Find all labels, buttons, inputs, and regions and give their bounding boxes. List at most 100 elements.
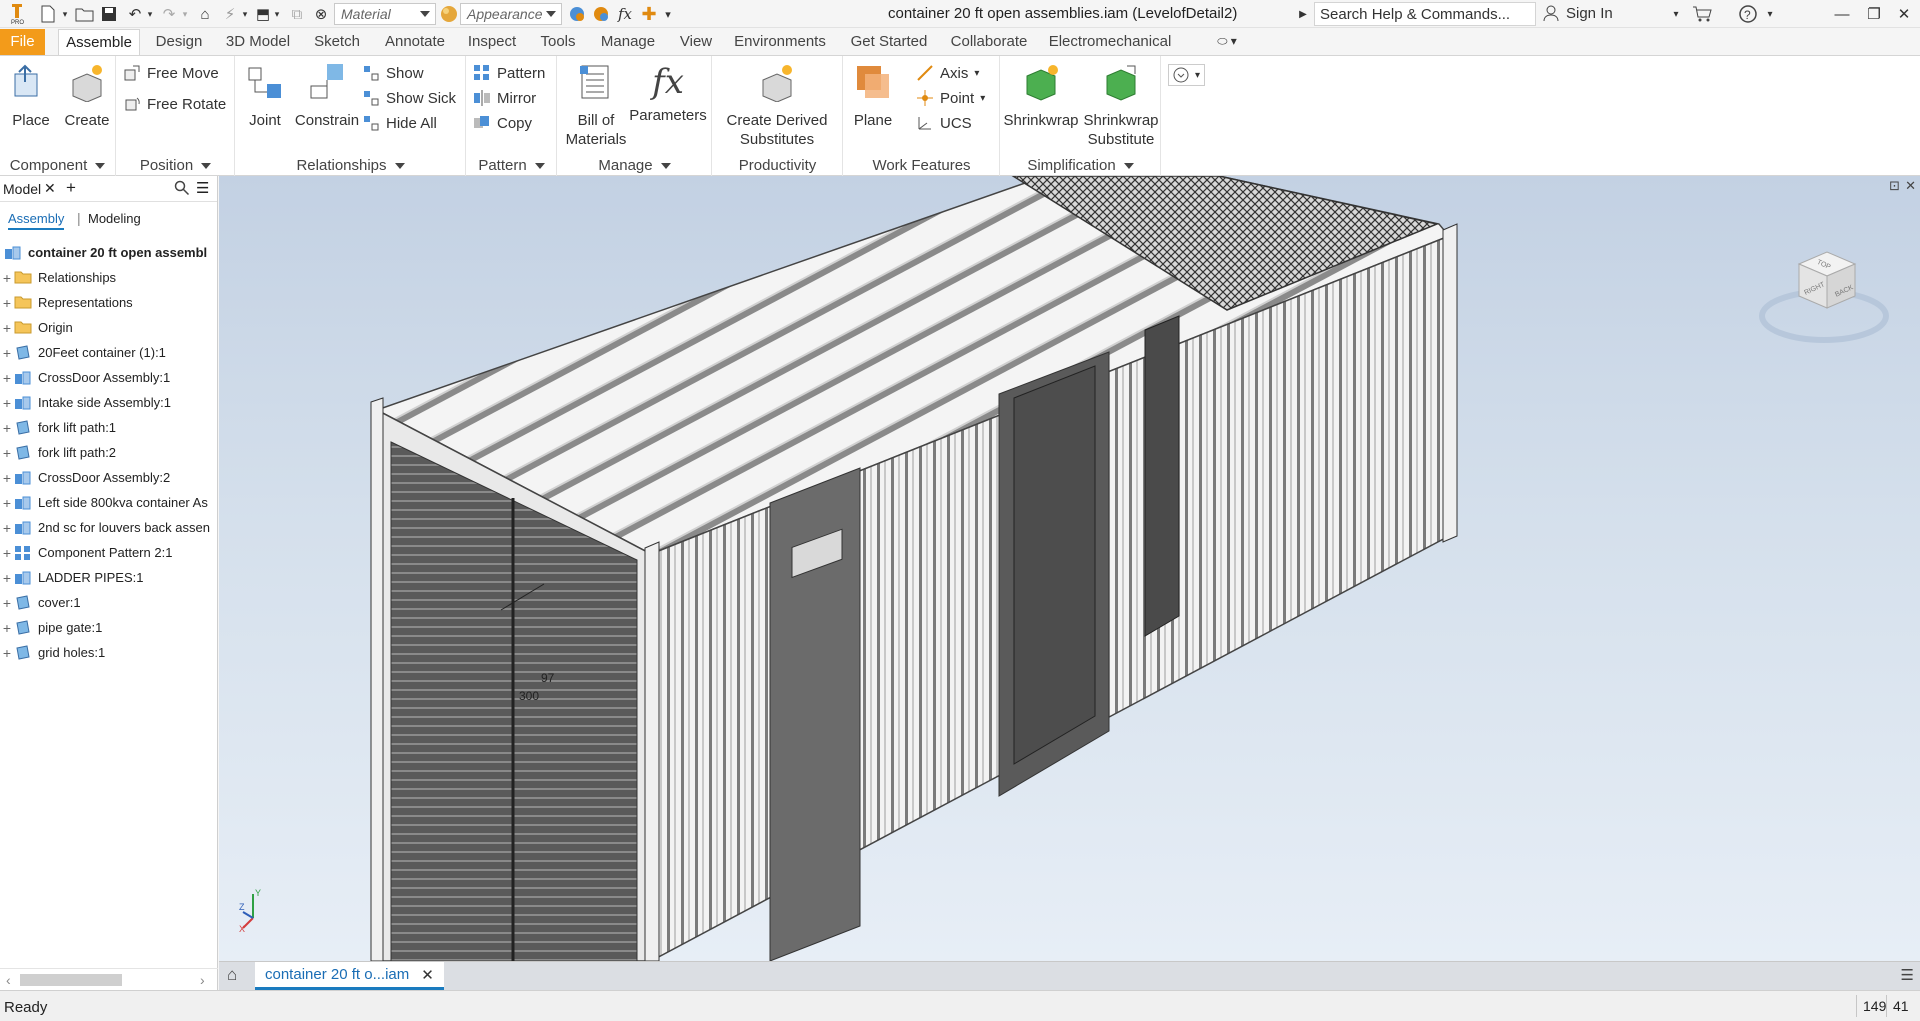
appearance-dropdown[interactable]: Appearance (460, 3, 562, 25)
material-dropdown[interactable]: Material (334, 3, 436, 25)
close-icon[interactable]: ✕ (1892, 4, 1916, 24)
clear-appearance-icon[interactable] (590, 4, 612, 24)
panel-relationships-title[interactable]: Relationships (236, 157, 465, 174)
home-icon[interactable]: ⌂ (194, 4, 216, 24)
tab-3d-model[interactable]: 3D Model (222, 29, 294, 56)
show-sick-button[interactable]: Show Sick (362, 87, 456, 109)
plane-button[interactable]: Plane (848, 62, 898, 130)
tree-root[interactable]: container 20 ft open assembl (0, 240, 217, 265)
browser-add-icon[interactable]: + (66, 178, 76, 198)
expand-plus-icon[interactable]: + (0, 595, 14, 611)
tab-annotate[interactable]: Annotate (380, 29, 450, 56)
redo-icon[interactable]: ↷ (158, 4, 180, 24)
constrain-button[interactable]: Constrain (292, 62, 362, 130)
panel-component-title[interactable]: Component (0, 157, 115, 174)
graphics-window[interactable]: 97 300 TOP RIGHT BACK ⊡ ✕ Y X Z (219, 176, 1920, 961)
mirror-button[interactable]: Mirror (473, 87, 536, 109)
viewcube[interactable]: TOP RIGHT BACK (1759, 244, 1889, 344)
tab-assemble[interactable]: Assemble (58, 29, 140, 56)
open-folder-icon[interactable] (74, 4, 96, 24)
expand-plus-icon[interactable]: + (0, 495, 14, 511)
tree-item[interactable]: + fork lift path:1 (0, 415, 217, 440)
container-3d-model[interactable]: 97 300 (219, 176, 1920, 961)
tab-file[interactable]: File (0, 29, 45, 56)
expand-plus-icon[interactable]: + (0, 620, 14, 636)
panel-manage-title[interactable]: Manage (558, 157, 711, 174)
tab-inspect[interactable]: Inspect (460, 29, 524, 56)
measure-dropdown-chevron-icon[interactable]: ▾ (240, 4, 250, 24)
browser-tab-assembly[interactable]: Assembly (8, 211, 65, 230)
select-filter-icon[interactable]: ⬒ (252, 4, 274, 24)
help-chevron-icon[interactable]: ▾ (1764, 4, 1776, 24)
search-expand-arrow-icon[interactable]: ▶ (1296, 4, 1310, 24)
home-tab-icon[interactable]: ⌂ (227, 965, 237, 985)
expand-plus-icon[interactable]: + (0, 420, 14, 436)
tab-tools[interactable]: Tools (532, 29, 584, 56)
scroll-right-icon[interactable]: › (200, 972, 205, 988)
expand-plus-icon[interactable]: + (0, 395, 14, 411)
cart-icon[interactable] (1690, 4, 1714, 24)
tree-item[interactable]: + grid holes:1 (0, 640, 217, 665)
browser-close-icon[interactable]: ✕ (44, 180, 56, 197)
tree-item[interactable]: +20Feet container (1):1 (0, 340, 217, 365)
tree-item[interactable]: + Left side 800kva container As (0, 490, 217, 515)
tree-item[interactable]: + cover:1 (0, 590, 217, 615)
tree-item[interactable]: + Intake side Assembly:1 (0, 390, 217, 415)
axis-button[interactable]: Axis ▾ (916, 62, 979, 84)
expand-plus-icon[interactable]: + (0, 320, 14, 336)
save-icon[interactable] (98, 4, 120, 24)
tree-item[interactable]: + Origin (0, 315, 217, 340)
tab-environments[interactable]: Environments (728, 29, 832, 56)
create-button[interactable]: Create (62, 62, 112, 130)
select-filter-chevron-icon[interactable]: ▾ (272, 4, 282, 24)
tree-item[interactable]: +2nd sc for louvers back assen (0, 515, 217, 540)
tab-collaborate[interactable]: Collaborate (942, 29, 1036, 56)
update-icon[interactable]: ⚡ (218, 4, 242, 24)
tree-item[interactable]: + CrossDoor Assembly:2 (0, 465, 217, 490)
tab-view[interactable]: View (672, 29, 720, 56)
expand-plus-icon[interactable]: + (0, 345, 14, 361)
document-tab-close-icon[interactable]: ✕ (421, 966, 434, 984)
show-button[interactable]: Show (362, 62, 424, 84)
viewport-maximize-icon[interactable]: ⊡ (1889, 178, 1900, 194)
expand-plus-icon[interactable]: + (0, 545, 14, 561)
search-help-input[interactable]: Search Help & Commands... (1314, 2, 1536, 26)
new-dropdown-chevron-icon[interactable]: ▾ (60, 4, 70, 24)
expand-plus-icon[interactable]: + (0, 470, 14, 486)
expand-plus-icon[interactable]: + (0, 570, 14, 586)
ribbon-display-toggle-icon[interactable]: ⬭ ▾ (1210, 31, 1244, 51)
tree-item[interactable]: + Component Pattern 2:1 (0, 540, 217, 565)
shrinkwrap-button[interactable]: Shrinkwrap (1003, 62, 1079, 130)
undo-dropdown-chevron-icon[interactable]: ▾ (145, 4, 155, 24)
tree-item[interactable]: + CrossDoor Assembly:1 (0, 365, 217, 390)
expand-plus-icon[interactable]: + (0, 645, 14, 661)
expand-plus-icon[interactable]: + (0, 295, 14, 311)
customize-dropdown-chevron-icon[interactable]: ▾ (662, 4, 674, 24)
appearance-sphere-icon[interactable] (438, 4, 460, 24)
tree-item[interactable]: + pipe gate:1 (0, 615, 217, 640)
browser-horizontal-scrollbar[interactable]: ‹ › (0, 968, 218, 990)
ribbon-options-dropdown[interactable]: ▾ (1168, 64, 1206, 86)
viewport-close-icon[interactable]: ✕ (1905, 178, 1916, 194)
undo-icon[interactable]: ↶ (124, 4, 146, 24)
panel-simplification-title[interactable]: Simplification (1001, 157, 1160, 174)
expand-plus-icon[interactable]: + (0, 445, 14, 461)
browser-search-icon[interactable] (174, 180, 190, 199)
adjust-appearance-icon[interactable] (566, 4, 588, 24)
new-file-icon[interactable] (36, 4, 60, 24)
parameters-button[interactable]: fx Parameters (628, 62, 708, 125)
design-doctor-icon[interactable]: ⊗ (310, 4, 332, 24)
free-rotate-button[interactable]: Free Rotate (123, 93, 226, 115)
adaptive-icon[interactable]: ⧉ (286, 4, 308, 24)
restore-icon[interactable]: ❐ (1862, 4, 1886, 24)
plus-icon[interactable]: ✚ (638, 4, 660, 24)
tree-item[interactable]: + LADDER PIPES:1 (0, 565, 217, 590)
place-button[interactable]: Place (6, 62, 56, 130)
panel-pattern-title[interactable]: Pattern (467, 157, 556, 174)
app-logo-icon[interactable]: PRO (6, 4, 28, 25)
panel-position-title[interactable]: Position (117, 157, 234, 174)
redo-dropdown-chevron-icon[interactable]: ▾ (180, 4, 190, 24)
tree-item[interactable]: + fork lift path:2 (0, 440, 217, 465)
copy-button[interactable]: Copy (473, 112, 532, 134)
sign-in-button[interactable]: Sign In (1542, 4, 1613, 22)
